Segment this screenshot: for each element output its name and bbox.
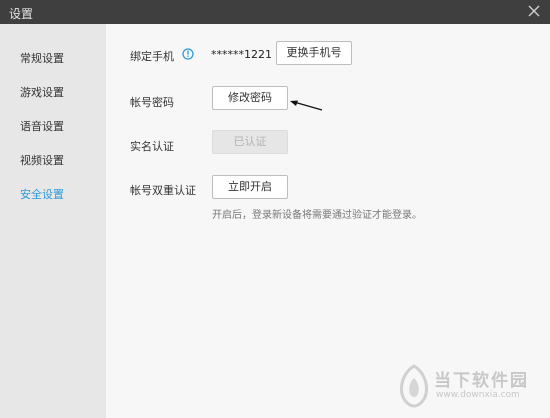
sidebar-item-voice[interactable]: 语音设置 bbox=[20, 118, 64, 134]
sidebar-item-security[interactable]: 安全设置 bbox=[20, 186, 64, 202]
watermark-url: www.downxia.com bbox=[436, 390, 520, 400]
sidebar-item-general[interactable]: 常规设置 bbox=[20, 50, 64, 66]
close-icon[interactable] bbox=[527, 4, 541, 18]
two-factor-hint: 开启后，登录新设备将需要通过验证才能登录。 bbox=[212, 210, 422, 221]
sidebar-item-game[interactable]: 游戏设置 bbox=[20, 84, 64, 100]
window-title: 设置 bbox=[9, 7, 34, 21]
watermark-text: 当下软件园 bbox=[434, 371, 529, 391]
sidebar-item-video[interactable]: 视频设置 bbox=[20, 152, 64, 168]
annotation-arrow bbox=[290, 100, 323, 111]
sidebar: 常规设置 游戏设置 语音设置 视频设置 安全设置 bbox=[0, 24, 106, 418]
verified-button: 已认证 bbox=[212, 130, 288, 154]
change-password-button[interactable]: 修改密码 bbox=[212, 86, 288, 110]
info-circle-icon[interactable] bbox=[182, 48, 194, 60]
change-phone-button[interactable]: 更换手机号 bbox=[276, 41, 352, 65]
bind-phone-label: 绑定手机 bbox=[130, 50, 174, 63]
two-factor-label: 帐号双重认证 bbox=[130, 184, 196, 197]
password-label: 帐号密码 bbox=[130, 96, 174, 109]
enable-two-factor-button[interactable]: 立即开启 bbox=[212, 175, 288, 199]
watermark-logo-icon bbox=[400, 364, 428, 408]
watermark: 当下软件园 www.downxia.com bbox=[398, 360, 546, 414]
phone-number: ******1221 bbox=[211, 48, 272, 61]
title-bar: 设置 bbox=[0, 0, 550, 24]
realname-label: 实名认证 bbox=[130, 140, 174, 153]
security-settings-panel: 绑定手机 ******1221 更换手机号 帐号密码 修改密码 实名认证 已认证… bbox=[106, 24, 550, 418]
